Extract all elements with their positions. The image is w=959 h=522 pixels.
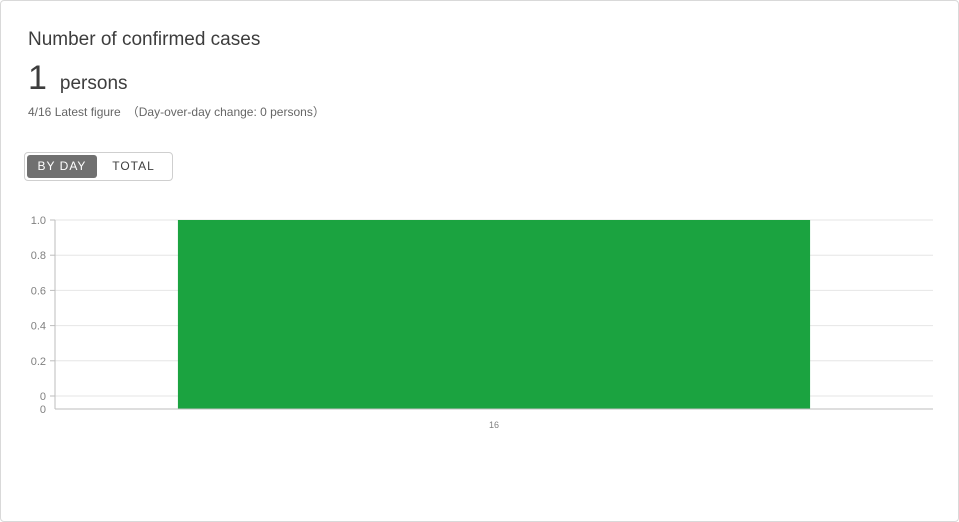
figure-value: 1 xyxy=(28,59,47,97)
chart-bars xyxy=(177,220,811,409)
y-tick-label: 0 xyxy=(40,391,46,403)
bar[interactable] xyxy=(177,220,811,409)
day-over-day-change: （Day-over-day change: 0 persons） xyxy=(126,105,325,119)
next-card-peek xyxy=(22,494,122,500)
figure-row: 1 persons xyxy=(28,59,128,98)
total-button[interactable]: TOTAL xyxy=(97,155,170,178)
view-toggle: BY DAY TOTAL xyxy=(24,152,173,181)
latest-figure-text: 4/16 Latest figure （Day-over-day change: … xyxy=(28,103,325,120)
y-tick-label: 0.2 xyxy=(31,356,46,368)
y-tick-label: 1.0 xyxy=(31,215,46,227)
latest-figure-label: 4/16 Latest figure xyxy=(28,105,121,119)
bar-chart: 1.0 0.8 0.6 0.4 0.2 00 16 xyxy=(31,215,933,430)
y-tick-label: 0.8 xyxy=(31,250,46,262)
card-title: Number of confirmed cases xyxy=(28,29,261,50)
figure-unit: persons xyxy=(59,73,128,94)
x-tick-label: 16 xyxy=(489,420,499,430)
x-axis-ticks: 16 xyxy=(489,420,499,430)
y-tick-label: 0.4 xyxy=(31,321,46,333)
y-axis-ticks: 1.0 0.8 0.6 0.4 0.2 00 xyxy=(31,215,55,416)
y-tick-label-baseline: 0 xyxy=(40,404,46,416)
y-tick-label: 0.6 xyxy=(31,285,46,297)
by-day-button[interactable]: BY DAY xyxy=(27,155,97,178)
